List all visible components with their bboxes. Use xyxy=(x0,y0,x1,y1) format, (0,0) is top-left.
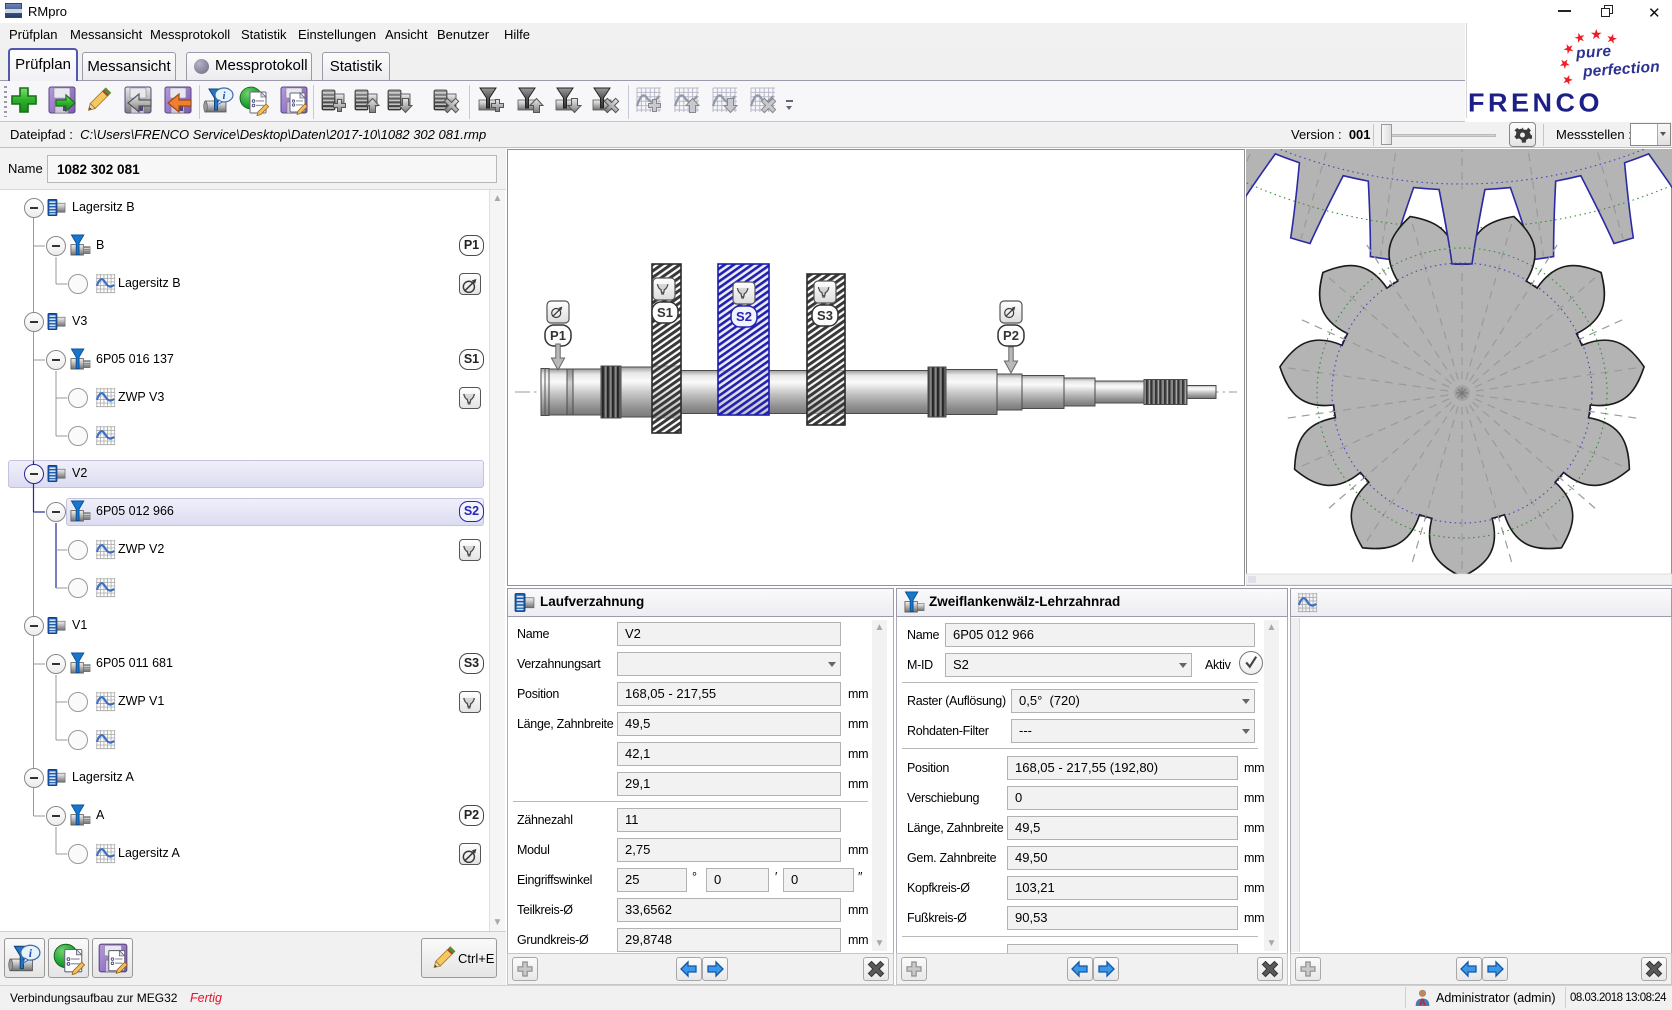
svg-text:S3: S3 xyxy=(817,308,833,323)
svg-text:S2: S2 xyxy=(736,309,752,324)
svg-text:S1: S1 xyxy=(657,305,673,320)
svg-text:P1: P1 xyxy=(550,328,566,343)
svg-text:P2: P2 xyxy=(1003,328,1019,343)
svg-text:A: A xyxy=(1419,997,1426,1007)
